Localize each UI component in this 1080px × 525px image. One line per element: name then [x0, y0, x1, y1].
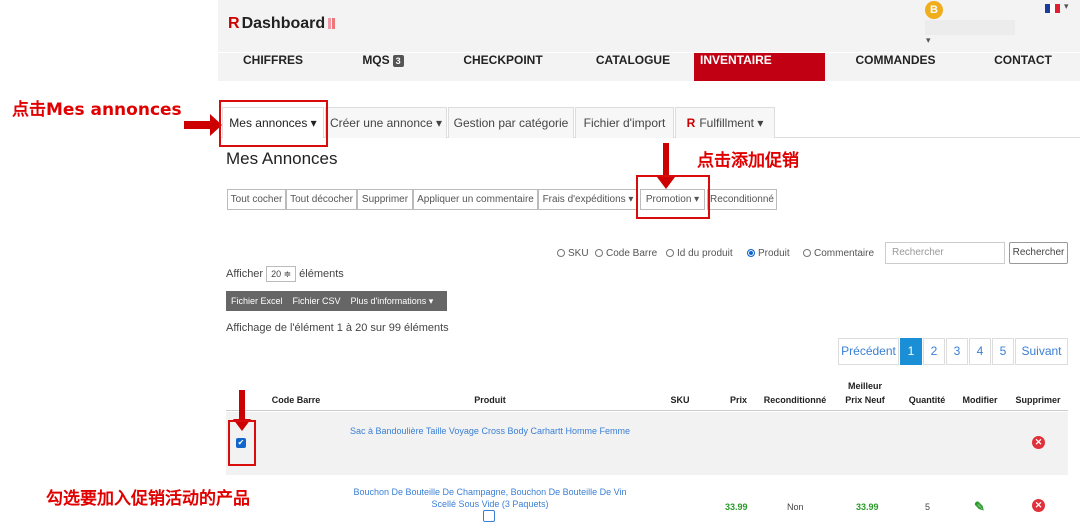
highlight-box-checkbox	[228, 420, 256, 466]
nav-checkpoint[interactable]: CHECKPOINT	[453, 53, 553, 81]
appliquer-commentaire-button[interactable]: Appliquer un commentaire	[413, 189, 538, 210]
radio-label: Produit	[758, 248, 790, 259]
pagination-prev[interactable]: Précédent	[838, 338, 899, 365]
th-meilleur-line1: Meilleur	[847, 381, 882, 391]
nav-inventaire[interactable]: INVENTAIRE	[694, 53, 825, 81]
radio-id-produit[interactable]: Id du produit	[666, 248, 733, 259]
tout-decocher-button[interactable]: Tout décocher	[286, 189, 357, 210]
logo-r: R	[228, 15, 240, 32]
entries-info: Affichage de l'élément 1 à 20 sur 99 élé…	[226, 322, 449, 334]
price-cell: 33.99	[725, 502, 748, 512]
rechercher-button[interactable]: Rechercher	[1009, 242, 1068, 264]
chart-bars-icon	[328, 18, 338, 29]
highlight-box-promotion	[636, 175, 710, 219]
avatar[interactable]: B	[925, 1, 943, 19]
annotation-arrow-down-icon	[663, 143, 669, 178]
search-input[interactable]: Rechercher	[885, 242, 1005, 264]
fulfillment-label: Fulfillment ▾	[699, 116, 764, 130]
tab-fichier-import[interactable]: Fichier d'import	[575, 107, 674, 138]
tout-cocher-button[interactable]: Tout cocher	[227, 189, 286, 210]
product-link[interactable]: Bouchon De Bouteille De Champagne, Bouch…	[340, 486, 640, 510]
pagination-next[interactable]: Suivant	[1015, 338, 1068, 365]
show-suffix: éléments	[299, 268, 344, 280]
pagination-page-2[interactable]: 2	[923, 338, 945, 365]
radio-commentaire[interactable]: Commentaire	[803, 248, 874, 259]
page-title: Mes Annonces	[226, 149, 338, 168]
nav-catalogue[interactable]: CATALOGUE	[583, 53, 683, 81]
supprimer-button[interactable]: Supprimer	[357, 189, 413, 210]
radio-produit[interactable]: Produit	[747, 248, 790, 259]
annotation-arrow-right-icon	[184, 121, 211, 129]
image-icon[interactable]	[483, 510, 495, 522]
th-reconditionne[interactable]: Reconditionné	[760, 394, 830, 406]
edit-pencil-icon[interactable]: ✎	[974, 499, 985, 515]
annotation-click-mes-annonces: 点击Mes annonces	[12, 100, 182, 120]
delete-icon[interactable]: ✕	[1032, 436, 1045, 449]
page-size-select[interactable]: 20 ≑	[266, 266, 297, 282]
show-entries: Afficher 20 ≑ éléments	[226, 266, 344, 282]
tab-fulfillment[interactable]: R Fulfillment ▾	[675, 107, 775, 138]
radio-label: Id du produit	[677, 248, 733, 259]
radio-circle	[803, 249, 811, 257]
th-produit[interactable]: Produit	[440, 394, 540, 406]
product-link[interactable]: Sac à Bandoulière Taille Voyage Cross Bo…	[340, 425, 640, 437]
show-prefix: Afficher	[226, 268, 264, 280]
th-meilleur-line2: Prix Neuf	[845, 395, 885, 405]
logo-text: Dashboard	[241, 15, 326, 32]
th-supprimer: Supprimer	[1015, 395, 1061, 405]
th-code-barre[interactable]: Code Barre	[266, 394, 326, 406]
radio-label: Code Barre	[606, 248, 658, 259]
th-modifier: Modifier	[962, 395, 998, 405]
account-name-block	[925, 20, 1015, 35]
reconditionne-button[interactable]: Reconditionné	[707, 189, 777, 210]
nav-mqs[interactable]: MQS 3	[343, 53, 423, 81]
nav-mqs-label: MQS	[362, 53, 390, 67]
pagination-page-5[interactable]: 5	[992, 338, 1014, 365]
fichier-csv-button[interactable]: Fichier CSV	[288, 296, 346, 306]
frais-expeditions-button[interactable]: Frais d'expéditions ▾	[538, 189, 638, 210]
main-nav: CHIFFRES MQS 3 CHECKPOINT CATALOGUE INVEN…	[218, 53, 1080, 81]
table-header-divider	[226, 410, 1068, 411]
th-sku[interactable]: SKU	[665, 394, 695, 406]
nav-contact[interactable]: CONTACT	[983, 53, 1063, 81]
french-flag-icon[interactable]	[1045, 4, 1060, 13]
radio-circle	[557, 249, 565, 257]
reconditionne-cell: Non	[787, 502, 804, 512]
pagination-page-1[interactable]: 1	[900, 338, 922, 365]
fulfillment-r-icon: R	[686, 116, 696, 130]
tab-creer-annonce[interactable]: Créer une annonce ▾	[325, 107, 447, 138]
account-caret-icon[interactable]: ▾	[926, 35, 931, 46]
plus-informations-button[interactable]: Plus d'informations ▾	[346, 296, 439, 306]
annotation-select-products: 勾选要加入促销活动的产品	[46, 489, 250, 509]
radio-circle	[666, 249, 674, 257]
radio-label: Commentaire	[814, 248, 875, 259]
radio-circle	[595, 249, 603, 257]
radio-label: SKU	[568, 248, 589, 259]
nav-commandes[interactable]: COMMANDES	[843, 53, 948, 81]
nav-chiffres[interactable]: CHIFFRES	[228, 53, 318, 81]
language-caret-icon[interactable]: ▾	[1064, 1, 1069, 12]
radio-sku[interactable]: SKU	[557, 248, 589, 259]
th-prix[interactable]: Prix	[726, 394, 751, 406]
pagination-page-3[interactable]: 3	[946, 338, 968, 365]
fichier-excel-button[interactable]: Fichier Excel	[226, 296, 288, 306]
tab-gestion-categorie[interactable]: Gestion par catégorie	[448, 107, 574, 138]
highlight-box-mes-annonces	[219, 100, 328, 147]
radio-code-barre[interactable]: Code Barre	[595, 248, 657, 259]
dashboard-logo[interactable]: R Dashboard	[228, 15, 338, 33]
meilleur-prix-cell: 33.99	[856, 502, 879, 512]
annotation-arrow-down-icon	[239, 390, 245, 420]
th-meilleur-prix[interactable]: Meilleur Prix Neuf	[840, 380, 890, 406]
annotation-click-promo: 点击添加促销	[697, 151, 799, 171]
quantite-cell: 5	[925, 502, 931, 512]
radio-circle-checked	[747, 249, 755, 257]
mqs-badge: 3	[392, 55, 404, 67]
table-row	[226, 412, 1068, 475]
delete-icon[interactable]: ✕	[1032, 499, 1045, 512]
export-button-group: Fichier Excel Fichier CSV Plus d'informati…	[226, 291, 447, 311]
pagination-page-4[interactable]: 4	[969, 338, 991, 365]
th-quantite[interactable]: Quantité	[902, 394, 952, 406]
